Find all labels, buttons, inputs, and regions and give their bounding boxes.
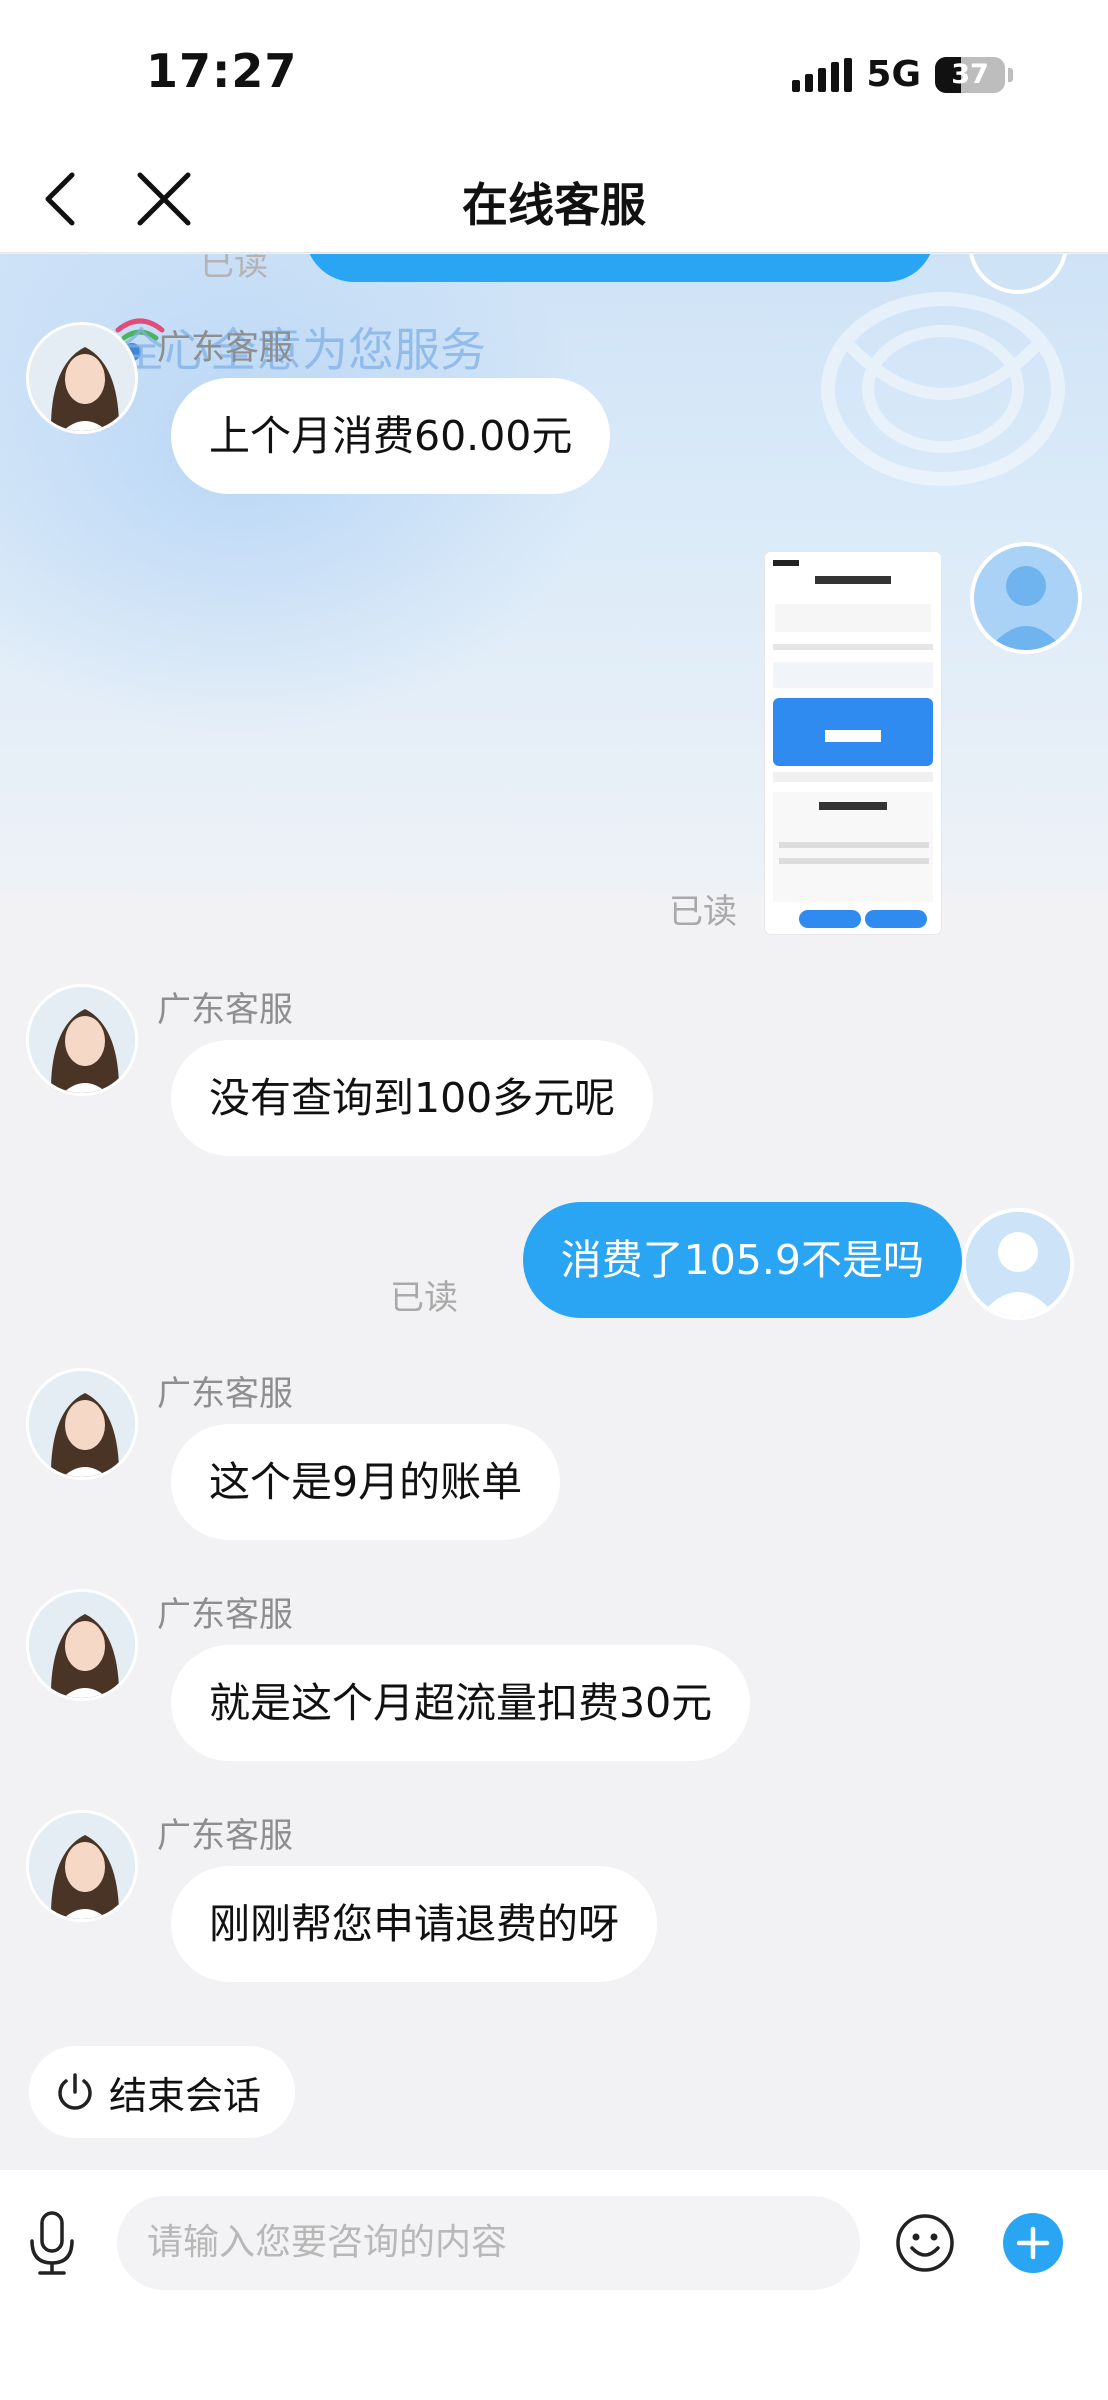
voice-button[interactable]: [22, 2206, 82, 2282]
status-time: 17:27: [146, 44, 298, 98]
agent-avatar[interactable]: [26, 322, 138, 434]
user-avatar[interactable]: [970, 542, 1082, 654]
end-session-button[interactable]: 结束会话: [29, 2046, 296, 2138]
microphone-icon: [30, 2211, 74, 2275]
status-indicators: 5G 37: [792, 54, 1013, 95]
end-session-label: 结束会话: [109, 2073, 262, 2118]
battery-level: 37: [951, 59, 989, 90]
battery-icon: 37: [935, 56, 1005, 93]
network-type: 5G: [866, 54, 921, 95]
agent-avatar[interactable]: [26, 1368, 138, 1480]
message-bubble-user[interactable]: [305, 254, 935, 282]
status-bar: 17:27 5G 37: [0, 0, 1108, 145]
power-icon: [58, 2073, 92, 2110]
emoji-button[interactable]: [892, 2210, 958, 2276]
image-message[interactable]: [765, 552, 941, 934]
message-bubble-agent[interactable]: 这个是9月的账单: [171, 1424, 561, 1540]
chat-area[interactable]: 全心全意为您服务 已读 广东客服 上个月消费60.00元 已读 广东客服 没有查…: [0, 254, 1108, 2170]
sender-name: 广东客服: [157, 1374, 293, 1414]
input-bar: 请输入您要咨询的内容: [0, 2170, 1108, 2400]
read-status: 已读: [669, 892, 737, 932]
sender-name: 广东客服: [157, 328, 293, 368]
message-bubble-agent[interactable]: 没有查询到100多元呢: [171, 1040, 654, 1156]
read-status: 已读: [200, 254, 268, 284]
sender-name: 广东客服: [157, 990, 293, 1030]
message-bubble-agent[interactable]: 上个月消费60.00元: [171, 378, 611, 494]
page-title: 在线客服: [462, 178, 646, 232]
agent-avatar[interactable]: [26, 1810, 138, 1922]
user-avatar-icon: [988, 566, 1064, 650]
brand-logo-icon: [821, 292, 1065, 486]
sender-name: 广东客服: [157, 1595, 293, 1635]
message-input[interactable]: 请输入您要咨询的内容: [117, 2196, 860, 2290]
message-bubble-agent[interactable]: 刚刚帮您申请退费的呀: [171, 1866, 657, 1982]
emoji-icon: [896, 2214, 954, 2272]
message-bubble-agent[interactable]: 就是这个月超流量扣费30元: [171, 1645, 751, 1761]
agent-avatar[interactable]: [26, 984, 138, 1096]
signal-icon: [792, 57, 853, 92]
nav-bar: 在线客服: [0, 145, 1108, 253]
agent-avatar[interactable]: [26, 1589, 138, 1701]
user-avatar[interactable]: [962, 1208, 1074, 1320]
read-status: 已读: [390, 1278, 458, 1318]
sender-name: 广东客服: [157, 1816, 293, 1856]
plus-icon: [1003, 2213, 1063, 2273]
add-button[interactable]: [1000, 2210, 1066, 2276]
message-bubble-user[interactable]: 消费了105.9不是吗: [522, 1202, 962, 1318]
